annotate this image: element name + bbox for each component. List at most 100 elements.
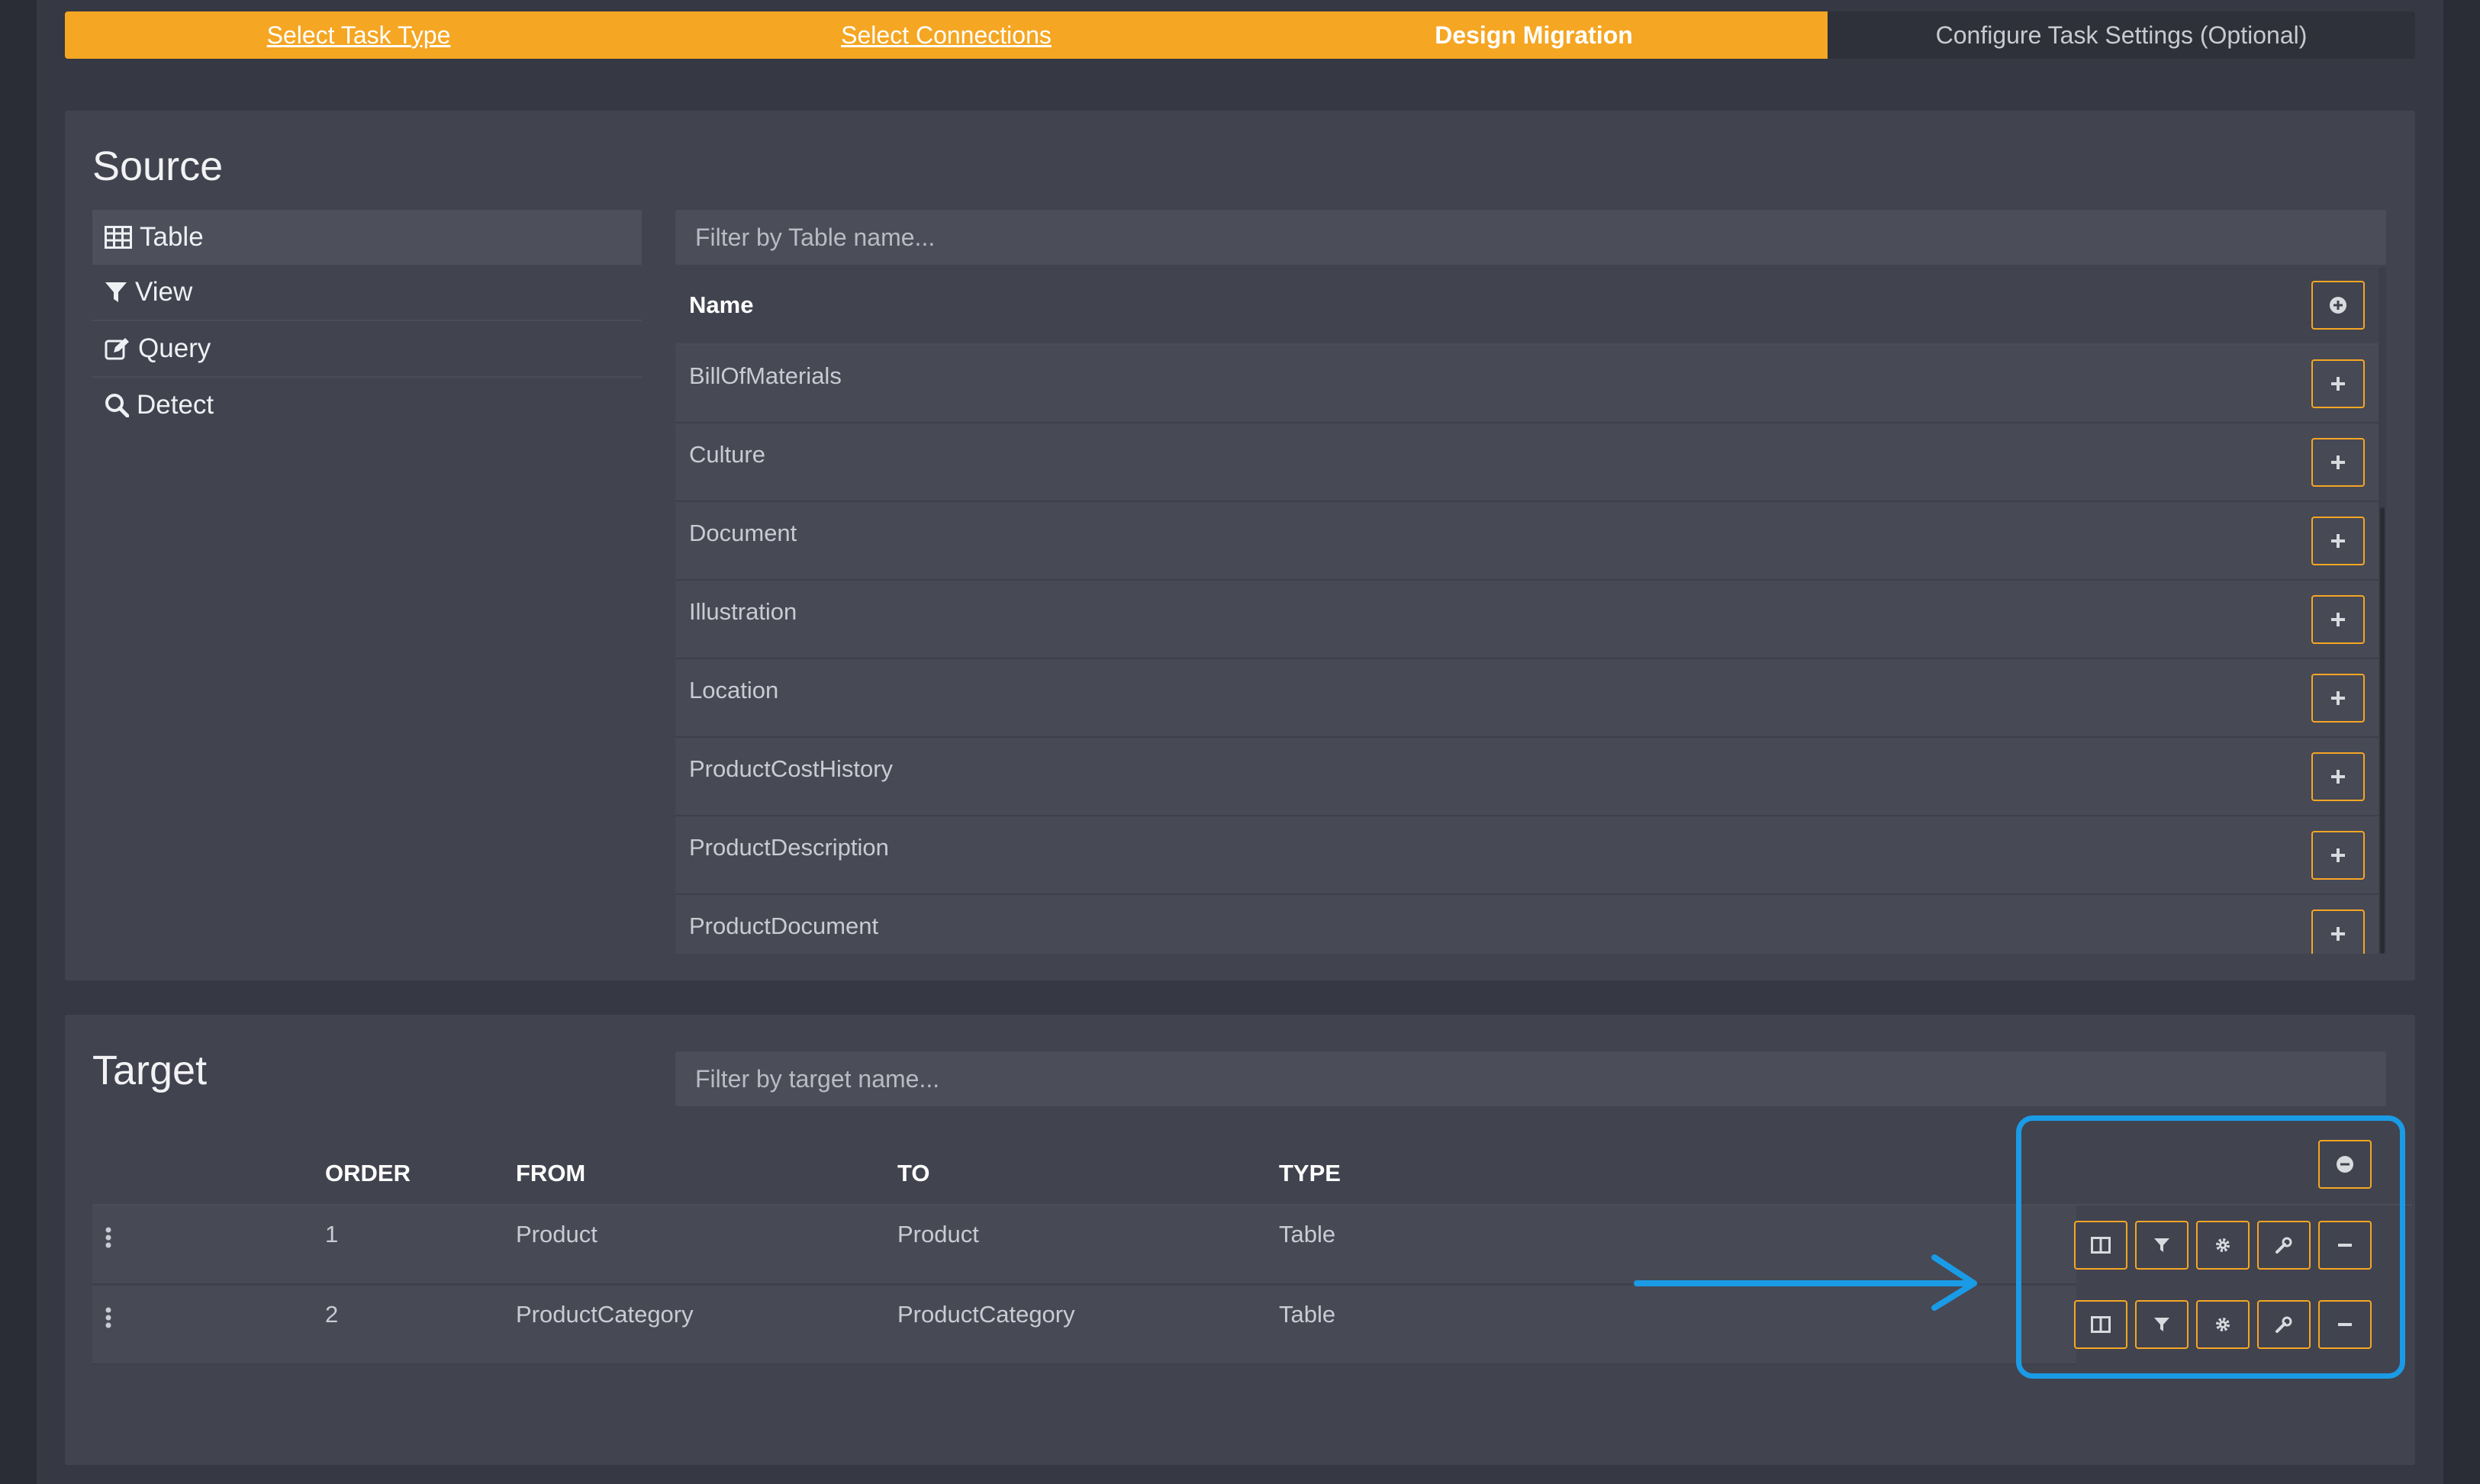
add-table-button[interactable] xyxy=(2311,752,2365,801)
drag-handle-icon[interactable] xyxy=(105,1227,112,1250)
plus-icon xyxy=(2331,533,2345,548)
table-filter-input[interactable] xyxy=(675,210,2386,265)
row-actions-1 xyxy=(2074,1221,2372,1270)
filter-button[interactable] xyxy=(2135,1221,2189,1270)
table-name: ProductDescription xyxy=(689,833,889,861)
columns-button[interactable] xyxy=(2074,1221,2127,1270)
table-row: BillOfMaterials xyxy=(675,345,2379,423)
row-order: 2 xyxy=(325,1301,339,1328)
filter-button[interactable] xyxy=(2135,1300,2189,1349)
table-name: Document xyxy=(689,519,797,546)
table-name: Illustration xyxy=(689,597,797,625)
step-configure-task-settings[interactable]: Configure Task Settings (Optional) xyxy=(1828,11,2415,59)
row-order: 1 xyxy=(325,1221,339,1247)
table-row: ProductDocument xyxy=(675,895,2379,954)
row-to: ProductCategory xyxy=(897,1301,1075,1328)
plus-icon xyxy=(2331,376,2345,391)
row-from: ProductCategory xyxy=(516,1301,694,1328)
source-title: Source xyxy=(92,143,224,189)
source-type-label: Detect xyxy=(137,390,214,420)
column-header-type: TYPE xyxy=(1279,1160,1341,1186)
row-from: Product xyxy=(516,1221,597,1247)
settings-button[interactable] xyxy=(2196,1300,2250,1349)
configure-button[interactable] xyxy=(2257,1221,2311,1270)
target-title: Target xyxy=(92,1048,208,1093)
step-select-task-type[interactable]: Select Task Type xyxy=(65,11,652,59)
row-to: Product xyxy=(897,1221,979,1247)
add-table-button[interactable] xyxy=(2311,516,2365,565)
column-header-to: TO xyxy=(897,1160,930,1186)
column-header-name: Name xyxy=(689,291,754,318)
add-table-button[interactable] xyxy=(2311,909,2365,954)
source-type-label: View xyxy=(135,277,193,307)
table-name: Location xyxy=(689,676,779,703)
remove-all-button[interactable] xyxy=(2318,1140,2372,1189)
configure-button[interactable] xyxy=(2257,1300,2311,1349)
table-row: ProductCostHistory xyxy=(675,738,2379,816)
source-type-list: Table View Query Detect xyxy=(92,210,642,433)
table-name: ProductCostHistory xyxy=(689,755,894,782)
plus-icon xyxy=(2331,455,2345,469)
columns-button[interactable] xyxy=(2074,1300,2127,1349)
table-icon xyxy=(105,226,132,249)
row-type: Table xyxy=(1279,1301,1336,1328)
table-name: Culture xyxy=(689,440,765,468)
wrench-icon xyxy=(2275,1237,2292,1254)
add-table-button[interactable] xyxy=(2311,594,2365,644)
column-header-order: ORDER xyxy=(325,1160,411,1186)
columns-icon xyxy=(2091,1316,2111,1333)
settings-button[interactable] xyxy=(2196,1221,2250,1270)
minus-icon xyxy=(2338,1323,2352,1326)
source-table-list: Name BillOfMaterials Culture Document Il… xyxy=(675,267,2379,954)
plus-icon xyxy=(2331,926,2345,941)
arrow-annotation-icon xyxy=(1634,1254,1977,1311)
plus-circle-icon xyxy=(2330,297,2346,314)
plus-icon xyxy=(2331,848,2345,862)
gear-icon xyxy=(2216,1318,2230,1331)
add-table-button[interactable] xyxy=(2311,830,2365,880)
search-icon xyxy=(105,394,129,417)
step-select-connections[interactable]: Select Connections xyxy=(652,11,1240,59)
table-row: ProductDescription xyxy=(675,816,2379,895)
source-type-view[interactable]: View xyxy=(92,265,642,321)
source-type-label: Table xyxy=(140,222,204,252)
add-table-button[interactable] xyxy=(2311,437,2365,487)
minus-circle-icon xyxy=(2337,1156,2353,1173)
remove-row-button[interactable] xyxy=(2318,1300,2372,1349)
drag-handle-icon[interactable] xyxy=(105,1307,112,1330)
row-actions-2 xyxy=(2074,1300,2372,1349)
header-actions xyxy=(2318,1140,2372,1189)
source-type-label: Query xyxy=(138,333,211,363)
row-type: Table xyxy=(1279,1221,1336,1247)
add-table-button[interactable] xyxy=(2311,359,2365,408)
filter-icon xyxy=(105,282,127,302)
gear-icon xyxy=(2216,1238,2230,1252)
table-row: Culture xyxy=(675,423,2379,502)
column-header-from: FROM xyxy=(516,1160,586,1186)
wrench-icon xyxy=(2275,1316,2292,1333)
plus-icon xyxy=(2331,612,2345,626)
remove-row-button[interactable] xyxy=(2318,1221,2372,1270)
filter-icon xyxy=(2154,1238,2169,1252)
table-row: Location xyxy=(675,659,2379,738)
filter-icon xyxy=(2154,1318,2169,1331)
source-type-query[interactable]: Query xyxy=(92,321,642,378)
source-table-header: Name xyxy=(675,267,2379,345)
source-type-table[interactable]: Table xyxy=(92,210,642,265)
table-list-scroll-thumb[interactable] xyxy=(2380,507,2385,954)
wizard-steps: Select Task Type Select Connections Desi… xyxy=(65,11,2415,59)
table-row: Illustration xyxy=(675,581,2379,659)
table-row: Document xyxy=(675,502,2379,581)
add-all-button[interactable] xyxy=(2311,281,2365,330)
add-table-button[interactable] xyxy=(2311,673,2365,723)
step-design-migration[interactable]: Design Migration xyxy=(1240,11,1828,59)
table-name: ProductDocument xyxy=(689,912,879,939)
source-type-detect[interactable]: Detect xyxy=(92,378,642,433)
plus-icon xyxy=(2331,769,2345,784)
minus-icon xyxy=(2338,1244,2352,1247)
plus-icon xyxy=(2331,690,2345,705)
table-name: BillOfMaterials xyxy=(689,362,842,389)
source-panel: Source Table View Query Detect Filter by… xyxy=(65,111,2415,980)
columns-icon xyxy=(2091,1237,2111,1254)
target-filter-input[interactable] xyxy=(675,1051,2386,1106)
